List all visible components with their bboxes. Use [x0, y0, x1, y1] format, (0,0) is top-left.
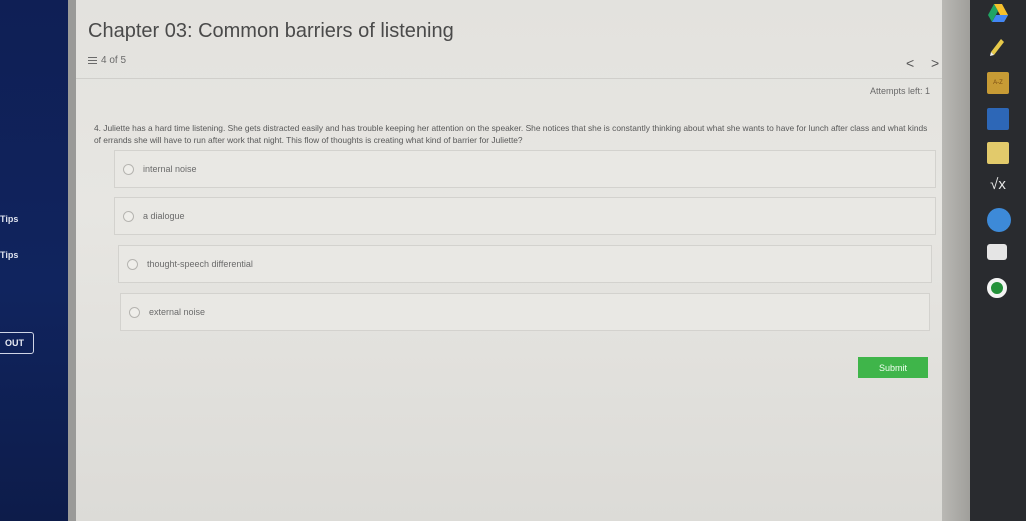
answer-option-label: external noise	[149, 307, 206, 317]
page-indicator[interactable]: 4 of 5	[88, 55, 126, 66]
status-circle-icon[interactable]	[987, 278, 1007, 298]
quiz-panel: Chapter 03: Common barriers of listening…	[76, 0, 942, 521]
answer-option-label: internal noise	[143, 164, 197, 174]
formula-icon[interactable]: √x	[987, 176, 1009, 198]
answer-option-external-noise[interactable]: external noise	[120, 293, 930, 331]
app-shelf: A-Z √x	[970, 0, 1026, 521]
sidebar-item-label: Tips	[0, 250, 19, 260]
notes-icon[interactable]	[987, 142, 1009, 164]
next-question-button[interactable]: >	[931, 55, 939, 71]
drive-icon[interactable]	[987, 2, 1009, 24]
left-sidebar: Tips Tips OUT	[0, 0, 68, 521]
logout-button[interactable]: OUT	[0, 332, 34, 354]
sidebar-item-label: Tips	[0, 214, 19, 224]
radio-button[interactable]	[129, 306, 140, 318]
previous-question-button[interactable]: <	[906, 55, 914, 71]
right-gutter	[942, 0, 970, 521]
question-text: 4. Juliette has a hard time listening. S…	[94, 123, 928, 145]
answer-option-thought-speech[interactable]: thought-speech differential	[118, 245, 932, 283]
list-menu-icon[interactable]	[88, 56, 97, 65]
radio-button[interactable]	[123, 163, 134, 175]
submit-button[interactable]: Submit	[858, 357, 928, 378]
answer-option-label: thought-speech differential	[147, 259, 253, 269]
assistant-icon[interactable]	[987, 208, 1011, 232]
radio-button[interactable]	[127, 258, 138, 270]
answer-option-internal-noise[interactable]: internal noise	[114, 150, 936, 188]
answer-option-dialogue[interactable]: a dialogue	[114, 197, 936, 235]
sidebar-item-tips-1[interactable]: Tips	[0, 214, 18, 224]
pen-icon[interactable]	[987, 36, 1007, 56]
radio-button[interactable]	[123, 210, 134, 222]
attempts-left-label: Attempts left: 1	[870, 86, 931, 96]
sidebar-item-tips-2[interactable]: Tips	[0, 250, 18, 260]
header-divider	[76, 78, 942, 79]
dictionary-icon[interactable]: A-Z	[987, 72, 1009, 94]
page-indicator-text: 4 of 5	[101, 55, 127, 66]
book-icon[interactable]	[987, 108, 1009, 130]
page-title: Chapter 03: Common barriers of listening	[88, 20, 454, 42]
left-gutter	[68, 0, 76, 521]
chat-icon[interactable]	[987, 244, 1007, 260]
answer-option-label: a dialogue	[143, 211, 185, 221]
